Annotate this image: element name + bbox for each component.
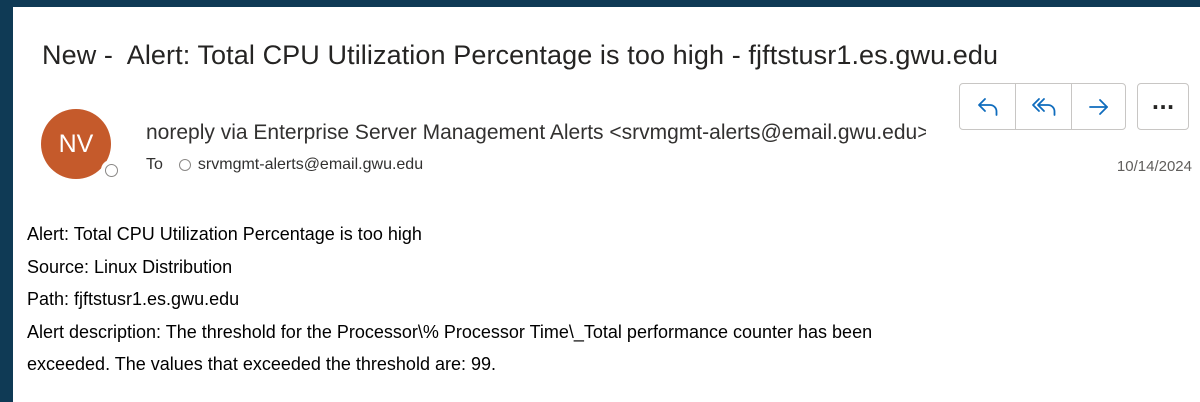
reply-button[interactable] [960,84,1016,129]
reply-all-icon [1031,97,1055,116]
more-icon: ··· [1151,94,1175,119]
message-subject: New - Alert: Total CPU Utilization Perce… [42,40,999,70]
body-line: exceeded. The values that exceeded the t… [27,354,496,374]
reply-actions-group [959,83,1126,130]
message-date: 10/14/2024 [1116,158,1192,175]
presence-status-icon [101,160,121,180]
body-line: Alert: Total CPU Utilization Percentage … [27,224,422,244]
window-frame: New - Alert: Total CPU Utilization Perce… [0,0,1200,402]
recipient-address[interactable]: srvmgmt-alerts@email.gwu.edu [198,156,423,174]
reading-pane: New - Alert: Total CPU Utilization Perce… [13,7,1200,402]
body-line: Source: Linux Distribution [27,256,233,277]
forward-icon [1088,98,1108,115]
more-actions-button[interactable]: ··· [1137,83,1189,130]
to-label: To [146,156,163,173]
body-line: Path: fjftstusr1.es.gwu.edu [27,289,240,309]
avatar-initials: NV [58,129,94,158]
recipient-presence-icon [178,159,191,171]
sender-name[interactable]: noreply via Enterprise Server Management… [146,121,926,145]
body-line: Alert description: The threshold for the… [27,321,873,342]
reply-all-button[interactable] [1016,84,1072,129]
forward-button[interactable] [1072,84,1125,129]
message-body: Alert: Total CPU Utilization Percentage … [27,218,1187,381]
reply-icon [977,97,997,116]
recipients-row: To srvmgmt-alerts@email.gwu.edu [146,156,423,174]
